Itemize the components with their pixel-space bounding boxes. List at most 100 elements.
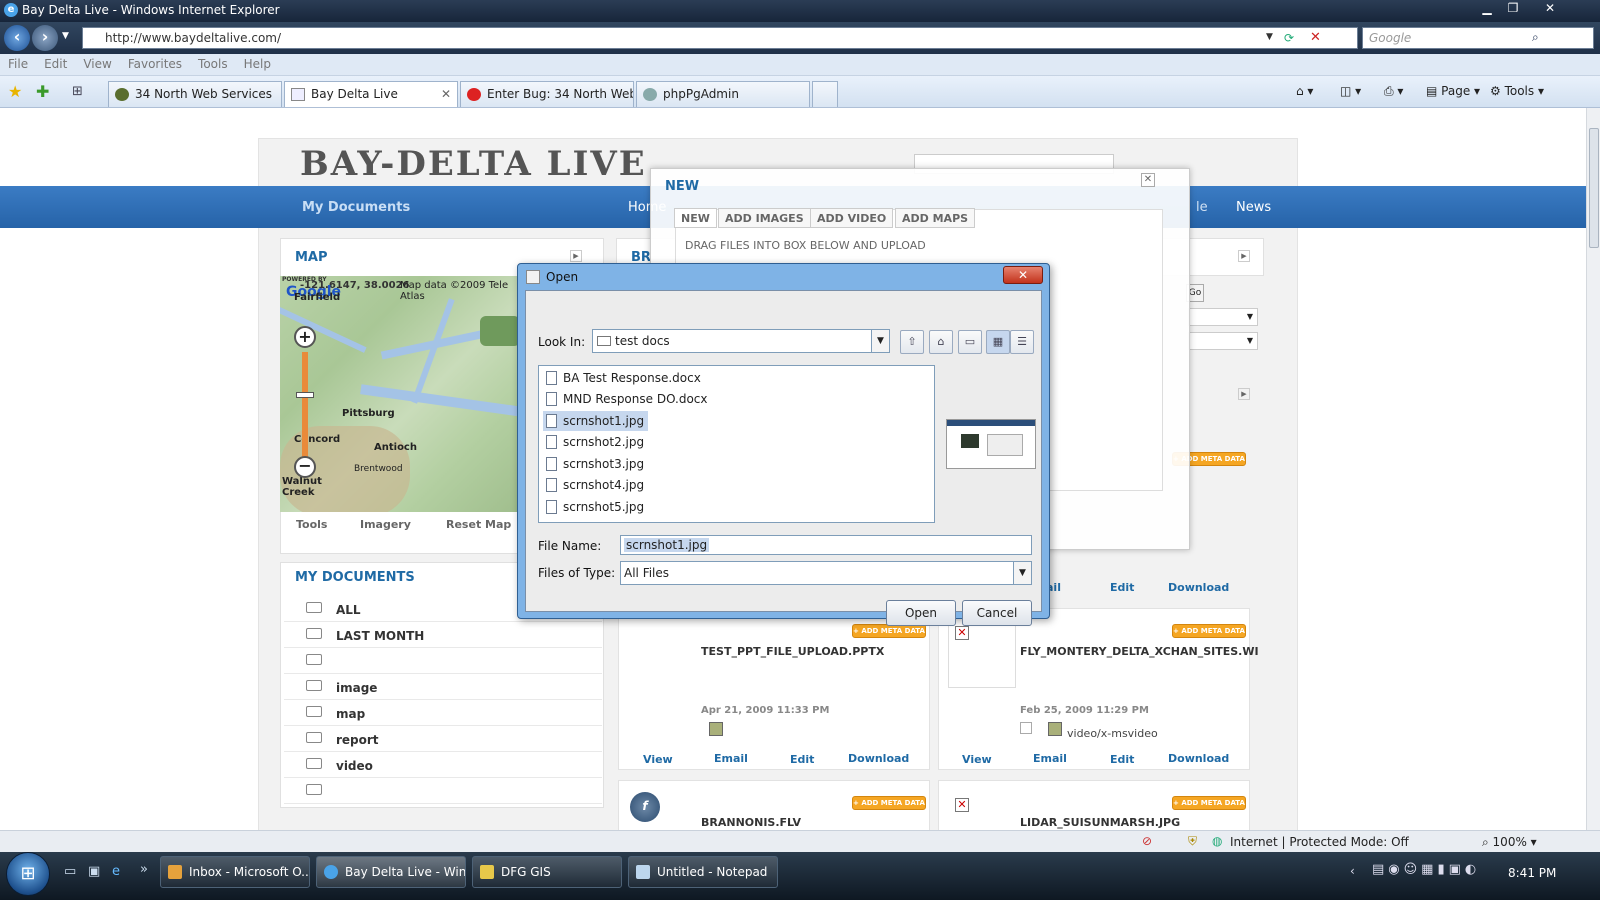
cancel-button[interactable]: Cancel [962, 600, 1032, 626]
add-meta-data-button[interactable]: + ADD META DATA [852, 796, 926, 810]
restore-button[interactable]: ❐ [1500, 0, 1526, 18]
add-meta-data-button[interactable]: + ADD META DATA [1172, 624, 1246, 638]
card-title[interactable]: LIDAR_SUISUNMARSH.JPG [1020, 816, 1180, 829]
up-one-level-icon[interactable]: ⇧ [900, 330, 924, 354]
doc-filter-blank[interactable] [284, 648, 602, 674]
list-view-icon[interactable]: ▦ [986, 330, 1010, 354]
tab-add-maps[interactable]: ADD MAPS [895, 208, 976, 228]
file-item[interactable]: BA Test Response.docx [543, 368, 705, 388]
new-folder-icon[interactable]: ▭ [958, 330, 982, 354]
menu-help[interactable]: Help [236, 54, 279, 71]
card-download-link[interactable]: Download [1168, 752, 1229, 765]
file-item-selected[interactable]: scrnshot1.jpg [543, 411, 649, 431]
system-tray-icons[interactable]: ▤◉☺▦▮▣◐ [1372, 862, 1480, 877]
menu-edit[interactable]: Edit [36, 54, 75, 71]
tools-menu[interactable]: ⚙ Tools ▾ [1490, 84, 1544, 98]
file-name-input[interactable]: scrnshot1.jpg [620, 535, 1032, 555]
url-input[interactable]: http://www.baydeltalive.com/ [82, 27, 1358, 49]
task-ie[interactable]: Bay Delta Live - Win... [316, 856, 466, 888]
nav-my-documents[interactable]: My Documents [302, 200, 410, 215]
map-tab-reset[interactable]: Reset Map [446, 518, 511, 531]
clock[interactable]: 8:41 PM [1508, 866, 1556, 880]
print-icon[interactable]: ⎙ ▾ [1384, 84, 1403, 99]
show-desktop-icon[interactable]: ▭ [64, 864, 76, 879]
page-menu[interactable]: ▤ Page ▾ [1426, 84, 1480, 98]
add-meta-data-button[interactable]: + ADD META DATA [852, 624, 926, 638]
task-outlook[interactable]: Inbox - Microsoft O... [160, 856, 310, 888]
ie-quicklaunch-icon[interactable]: e [112, 864, 120, 879]
file-item[interactable]: scrnshot5.jpg [543, 497, 648, 517]
file-list[interactable]: BA Test Response.docx MND Response DO.do… [538, 365, 935, 523]
card-view-link[interactable]: View [962, 753, 992, 766]
nav-news[interactable]: News [1236, 200, 1271, 215]
filter-select-1[interactable]: ▼ [1188, 308, 1258, 326]
zoom-level[interactable]: ⌕ 100% ▾ [1482, 835, 1537, 850]
doc-filter-video[interactable]: video [284, 752, 602, 778]
favorites-star-icon[interactable]: ★ [8, 82, 22, 101]
filter-select-2[interactable]: ▼ [1188, 332, 1258, 350]
stop-icon[interactable]: ✕ [1310, 30, 1321, 45]
security-shield-icon[interactable]: ⛨ [1188, 834, 1197, 849]
forward-button[interactable]: › [32, 25, 58, 51]
chevron-down-icon[interactable]: ▼ [1013, 562, 1031, 584]
card-edit-link[interactable]: Edit [790, 753, 814, 766]
card-download-link[interactable]: Download [1168, 581, 1229, 594]
file-item[interactable]: MND Response DO.docx [543, 389, 712, 409]
flash-file-icon[interactable]: f [630, 792, 660, 822]
browser-tab-34north[interactable]: 34 North Web Services [108, 81, 282, 107]
map-view[interactable]: -121.6147, 38.0026 Map data ©2009 Tele A… [280, 276, 526, 512]
feeds-icon[interactable]: ◫ ▾ [1340, 84, 1361, 98]
scrollbar-thumb[interactable] [1589, 128, 1599, 248]
file-type-select[interactable]: All Files ▼ [620, 561, 1032, 585]
map-tab-tools[interactable]: Tools [296, 518, 327, 531]
new-tab-button[interactable] [812, 81, 838, 107]
history-dropdown-icon[interactable]: ▼ [62, 31, 69, 41]
task-notepad[interactable]: Untitled - Notepad [628, 856, 778, 888]
doc-filter-map[interactable]: map [284, 700, 602, 726]
page-scrollbar[interactable] [1586, 108, 1600, 830]
tab-add-images[interactable]: ADD IMAGES [718, 208, 811, 228]
browser-tab-baydelta[interactable]: Bay Delta Live ✕ [284, 81, 458, 107]
minimize-button[interactable]: ▁ [1474, 0, 1500, 18]
card-title[interactable]: BRANNONIS.FLV [701, 816, 801, 829]
card-title[interactable]: FLY_MONTERY_DELTA_XCHAN_SITES.WI [1020, 645, 1272, 658]
url-dropdown-icon[interactable]: ▼ [1266, 32, 1273, 42]
checkbox[interactable] [1020, 722, 1032, 734]
site-logo[interactable]: BAY-DELTA LIVE [300, 144, 647, 184]
card-email-link[interactable]: Email [1033, 752, 1067, 765]
tab-new[interactable]: NEW [674, 208, 717, 228]
map-tab-imagery[interactable]: Imagery [360, 518, 411, 531]
menu-file[interactable]: File [0, 54, 36, 71]
add-favorite-icon[interactable]: ✚ [36, 82, 49, 101]
search-icon[interactable]: ⌕ [1532, 30, 1539, 45]
doc-filter-image[interactable]: image [284, 674, 602, 700]
close-window-button[interactable]: ✕ [1530, 0, 1570, 18]
add-meta-data-button[interactable]: + ADD META DATA [1172, 796, 1246, 810]
back-button[interactable]: ‹ [4, 25, 30, 51]
close-tab-icon[interactable]: ✕ [441, 87, 451, 101]
card-email-link[interactable]: Email [714, 752, 748, 765]
panel-expand-icon[interactable]: ▶ [1238, 388, 1250, 400]
task-dfg-gis[interactable]: DFG GIS [472, 856, 622, 888]
home-folder-icon[interactable]: ⌂ [929, 330, 953, 354]
new-modal-close-icon[interactable]: ✕ [1141, 173, 1155, 187]
popup-blocker-icon[interactable]: ⊘ [1142, 834, 1152, 848]
file-item[interactable]: scrnshot4.jpg [543, 475, 648, 495]
browser-tab-bug[interactable]: Enter Bug: 34 North Websi... [460, 81, 634, 107]
browser-tab-phppgadmin[interactable]: phpPgAdmin [636, 81, 810, 107]
card-download-link[interactable]: Download [848, 752, 909, 765]
home-icon[interactable]: ⌂ ▾ [1296, 84, 1313, 98]
doc-filter-blank-2[interactable] [284, 778, 602, 804]
doc-filter-last-month[interactable]: LAST MONTH [284, 622, 602, 648]
look-in-select[interactable]: test docs ▼ [592, 329, 890, 353]
switch-windows-icon[interactable]: ▣ [88, 864, 100, 879]
zoom-slider-handle[interactable] [296, 392, 314, 398]
menu-tools[interactable]: Tools [190, 54, 236, 71]
zoom-slider[interactable] [302, 352, 308, 458]
file-item[interactable]: scrnshot2.jpg [543, 432, 648, 452]
refresh-icon[interactable]: ⟳ [1284, 31, 1294, 45]
quick-tabs-icon[interactable]: ⊞ [72, 84, 83, 99]
menu-view[interactable]: View [75, 54, 119, 71]
nav-partial-item[interactable]: le [1196, 200, 1208, 215]
card-edit-link[interactable]: Edit [1110, 753, 1134, 766]
